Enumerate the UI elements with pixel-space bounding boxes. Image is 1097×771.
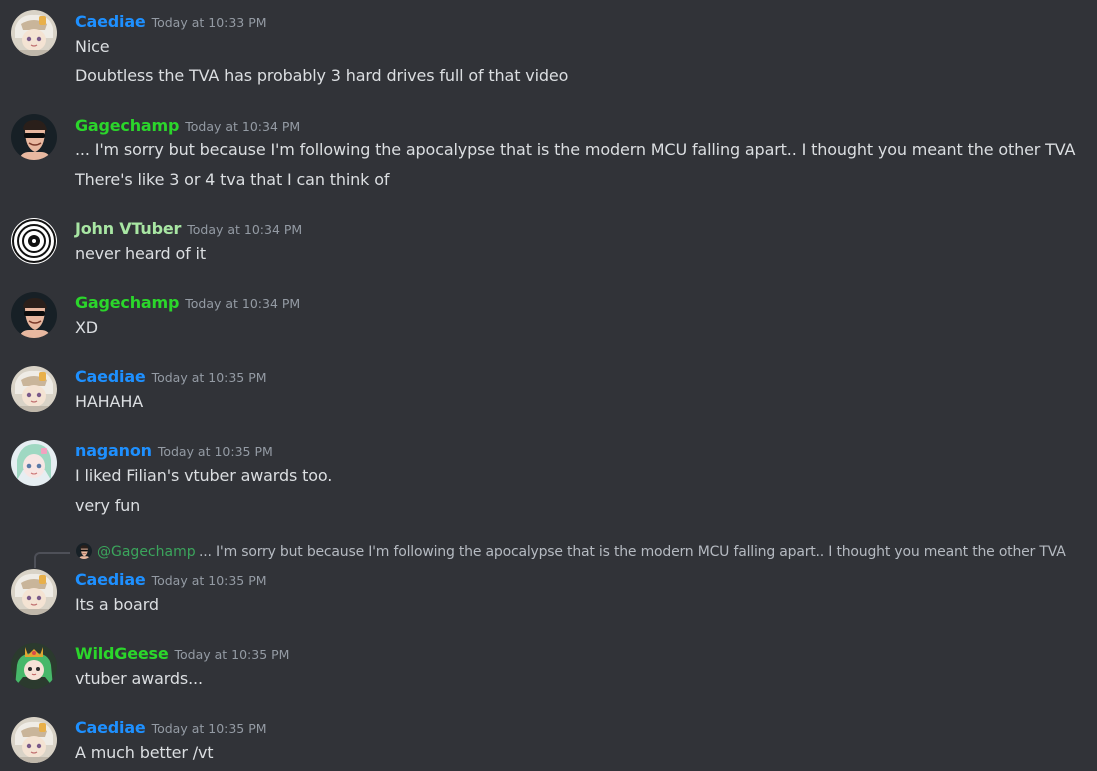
- john-vtuber-avatar-icon: [11, 218, 57, 264]
- timestamp: Today at 10:34 PM: [185, 119, 301, 134]
- username[interactable]: Gagechamp: [75, 293, 179, 312]
- reply-spine: [34, 552, 70, 568]
- username[interactable]: Gagechamp: [75, 116, 179, 135]
- caediae-avatar-icon: [11, 10, 57, 56]
- reply-preview-text[interactable]: ... I'm sorry but because I'm following …: [199, 542, 1066, 562]
- avatar[interactable]: [11, 717, 57, 763]
- timestamp: Today at 10:35 PM: [157, 444, 273, 459]
- gagechamp-avatar-icon: [11, 292, 57, 338]
- timestamp: Today at 10:35 PM: [151, 370, 267, 385]
- avatar[interactable]: [11, 643, 57, 689]
- timestamp: Today at 10:35 PM: [151, 721, 267, 736]
- caediae-avatar-icon: [11, 717, 57, 763]
- reply-reference[interactable]: @Gagechamp ... I'm sorry but because I'm…: [34, 540, 1094, 568]
- username[interactable]: naganon: [75, 441, 152, 460]
- message-text: HAHAHA: [75, 392, 144, 411]
- username[interactable]: Caediae: [75, 367, 146, 386]
- timestamp: Today at 10:34 PM: [187, 222, 303, 237]
- avatar[interactable]: [11, 114, 57, 160]
- timestamp: Today at 10:34 PM: [185, 296, 301, 311]
- message-text: ... I'm sorry but because I'm following …: [75, 140, 1076, 159]
- username[interactable]: WildGeese: [75, 644, 169, 663]
- message-text: I liked Filian's vtuber awards too.: [75, 466, 333, 485]
- caediae-avatar-icon: [11, 569, 57, 615]
- gagechamp-avatar-icon: [76, 543, 92, 559]
- message-text: very fun: [75, 496, 141, 515]
- timestamp: Today at 10:35 PM: [151, 573, 267, 588]
- reply-avatar: [76, 543, 92, 559]
- avatar[interactable]: [11, 569, 57, 615]
- username[interactable]: Caediae: [75, 12, 146, 31]
- avatar[interactable]: [11, 218, 57, 264]
- timestamp: Today at 10:33 PM: [151, 15, 267, 30]
- timestamp: Today at 10:35 PM: [174, 647, 290, 662]
- avatar[interactable]: [11, 440, 57, 486]
- message-text: Nice: [75, 37, 110, 56]
- username[interactable]: Caediae: [75, 570, 146, 589]
- username[interactable]: Caediae: [75, 718, 146, 737]
- avatar[interactable]: [11, 10, 57, 56]
- message-text: Its a board: [75, 595, 159, 614]
- avatar[interactable]: [11, 366, 57, 412]
- wildgeese-avatar-icon: [11, 643, 57, 689]
- message-text: XD: [75, 318, 98, 337]
- message-text: vtuber awards...: [75, 669, 203, 688]
- message-text: There's like 3 or 4 tva that I can think…: [75, 170, 390, 189]
- gagechamp-avatar-icon: [11, 114, 57, 160]
- reply-mention[interactable]: @Gagechamp: [97, 542, 196, 562]
- username[interactable]: John VTuber: [75, 219, 181, 238]
- message-text: never heard of it: [75, 244, 206, 263]
- caediae-avatar-icon: [11, 366, 57, 412]
- avatar[interactable]: [11, 292, 57, 338]
- message-text: Doubtless the TVA has probably 3 hard dr…: [75, 66, 569, 85]
- message-text: A much better /vt: [75, 743, 214, 762]
- naganon-avatar-icon: [11, 440, 57, 486]
